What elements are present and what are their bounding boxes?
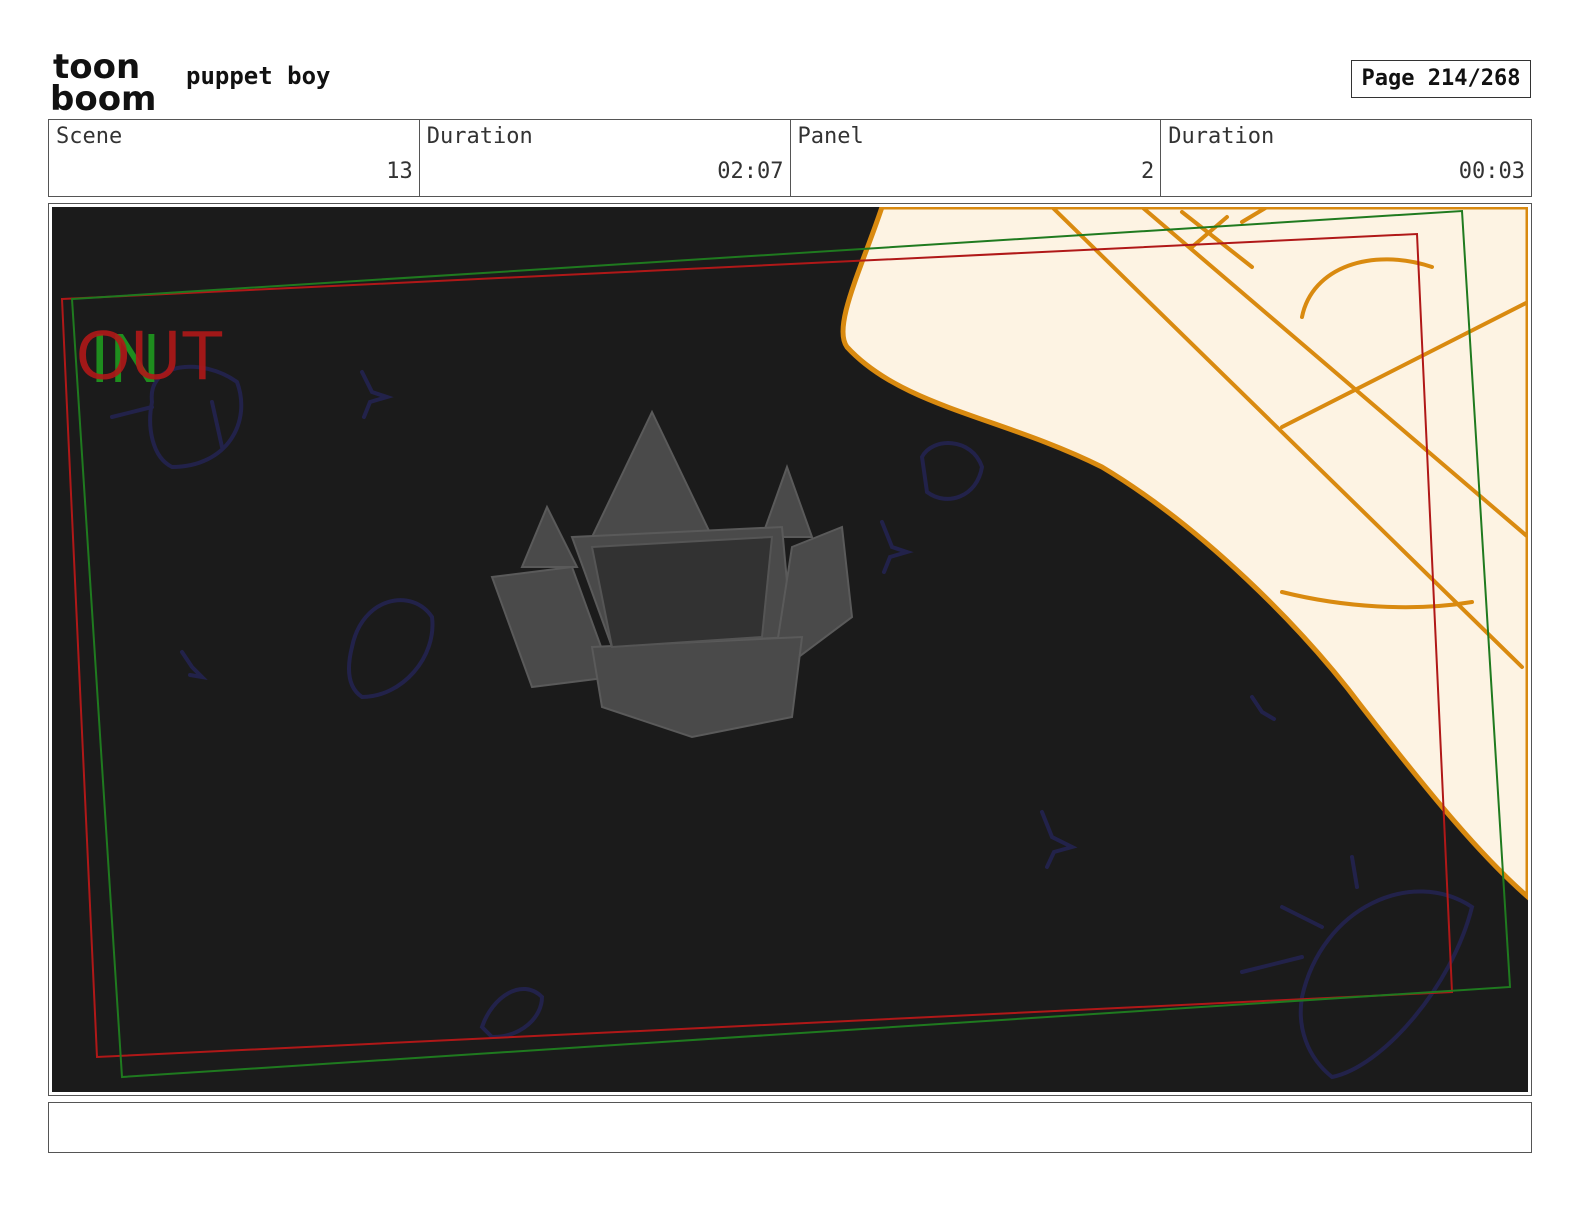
- panel-value: 2: [1141, 159, 1155, 184]
- storyboard-drawing: IN OUT: [52, 207, 1528, 1092]
- scene-label: Scene: [56, 124, 123, 149]
- panel-cell: Panel 2: [791, 120, 1162, 196]
- panel-info-row: Scene 13 Duration 02:07 Panel 2 Duration…: [48, 119, 1532, 197]
- panel-duration-label: Duration: [1168, 124, 1275, 149]
- scene-duration-label: Duration: [426, 124, 533, 149]
- toon-boom-logo: toon boom: [50, 50, 156, 112]
- scene-value: 13: [386, 159, 413, 184]
- castle-facade: [590, 535, 774, 649]
- panel-duration-value: 00:03: [1458, 159, 1525, 184]
- page-indicator: Page 214/268: [1351, 60, 1531, 98]
- scene-cell: Scene 13: [49, 120, 420, 196]
- logo-bottom-text: boom: [50, 79, 156, 112]
- scene-duration-value: 02:07: [717, 159, 784, 184]
- panel-notes-box: [48, 1102, 1532, 1153]
- panel-duration-cell: Duration 00:03: [1161, 120, 1531, 196]
- panel-label: Panel: [797, 124, 864, 149]
- camera-out-label: OUT: [76, 316, 224, 394]
- project-title: puppet boy: [186, 62, 331, 90]
- panel-image-frame: IN OUT: [48, 203, 1532, 1096]
- scene-duration-cell: Duration 02:07: [420, 120, 791, 196]
